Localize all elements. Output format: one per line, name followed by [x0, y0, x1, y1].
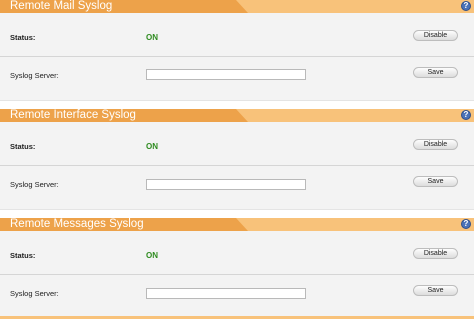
- status-value: ON: [146, 251, 158, 260]
- save-button[interactable]: Save: [413, 285, 458, 296]
- section-title: Remote Messages Syslog: [10, 218, 144, 230]
- syslog-server-label: Syslog Server:: [10, 180, 59, 189]
- disable-button[interactable]: Disable: [413, 139, 458, 150]
- disable-button[interactable]: Disable: [413, 30, 458, 41]
- row-divider: [0, 274, 474, 275]
- section-header: Remote Interface Syslog ?: [0, 109, 474, 122]
- section-header-tab: Remote Messages Syslog: [0, 218, 248, 231]
- row-divider: [0, 56, 474, 57]
- syslog-server-input[interactable]: [146, 179, 306, 190]
- section-title: Remote Interface Syslog: [10, 109, 136, 121]
- remote-interface-syslog-panel: Remote Interface Syslog ? Status: ON Dis…: [0, 109, 474, 210]
- remote-mail-syslog-panel: Remote Mail Syslog ? Status: ON Disable …: [0, 0, 474, 101]
- status-label: Status:: [10, 33, 36, 42]
- section-title: Remote Mail Syslog: [10, 0, 113, 12]
- section-header-tab: Remote Mail Syslog: [0, 0, 248, 13]
- remote-messages-syslog-panel: Remote Messages Syslog ? Status: ON Disa…: [0, 218, 474, 319]
- section-header: Remote Mail Syslog ?: [0, 0, 474, 13]
- row-divider: [0, 165, 474, 166]
- status-label: Status:: [10, 251, 36, 260]
- help-icon[interactable]: ?: [461, 110, 471, 120]
- disable-button[interactable]: Disable: [413, 248, 458, 259]
- syslog-server-label: Syslog Server:: [10, 71, 59, 80]
- help-icon[interactable]: ?: [461, 219, 471, 229]
- save-button[interactable]: Save: [413, 176, 458, 187]
- syslog-server-input[interactable]: [146, 288, 306, 299]
- syslog-server-input[interactable]: [146, 69, 306, 80]
- status-label: Status:: [10, 142, 36, 151]
- status-value: ON: [146, 33, 158, 42]
- syslog-server-label: Syslog Server:: [10, 289, 59, 298]
- section-header-tab: Remote Interface Syslog: [0, 109, 248, 122]
- save-button[interactable]: Save: [413, 67, 458, 78]
- status-value: ON: [146, 142, 158, 151]
- help-icon[interactable]: ?: [461, 1, 471, 11]
- section-header: Remote Messages Syslog ?: [0, 218, 474, 231]
